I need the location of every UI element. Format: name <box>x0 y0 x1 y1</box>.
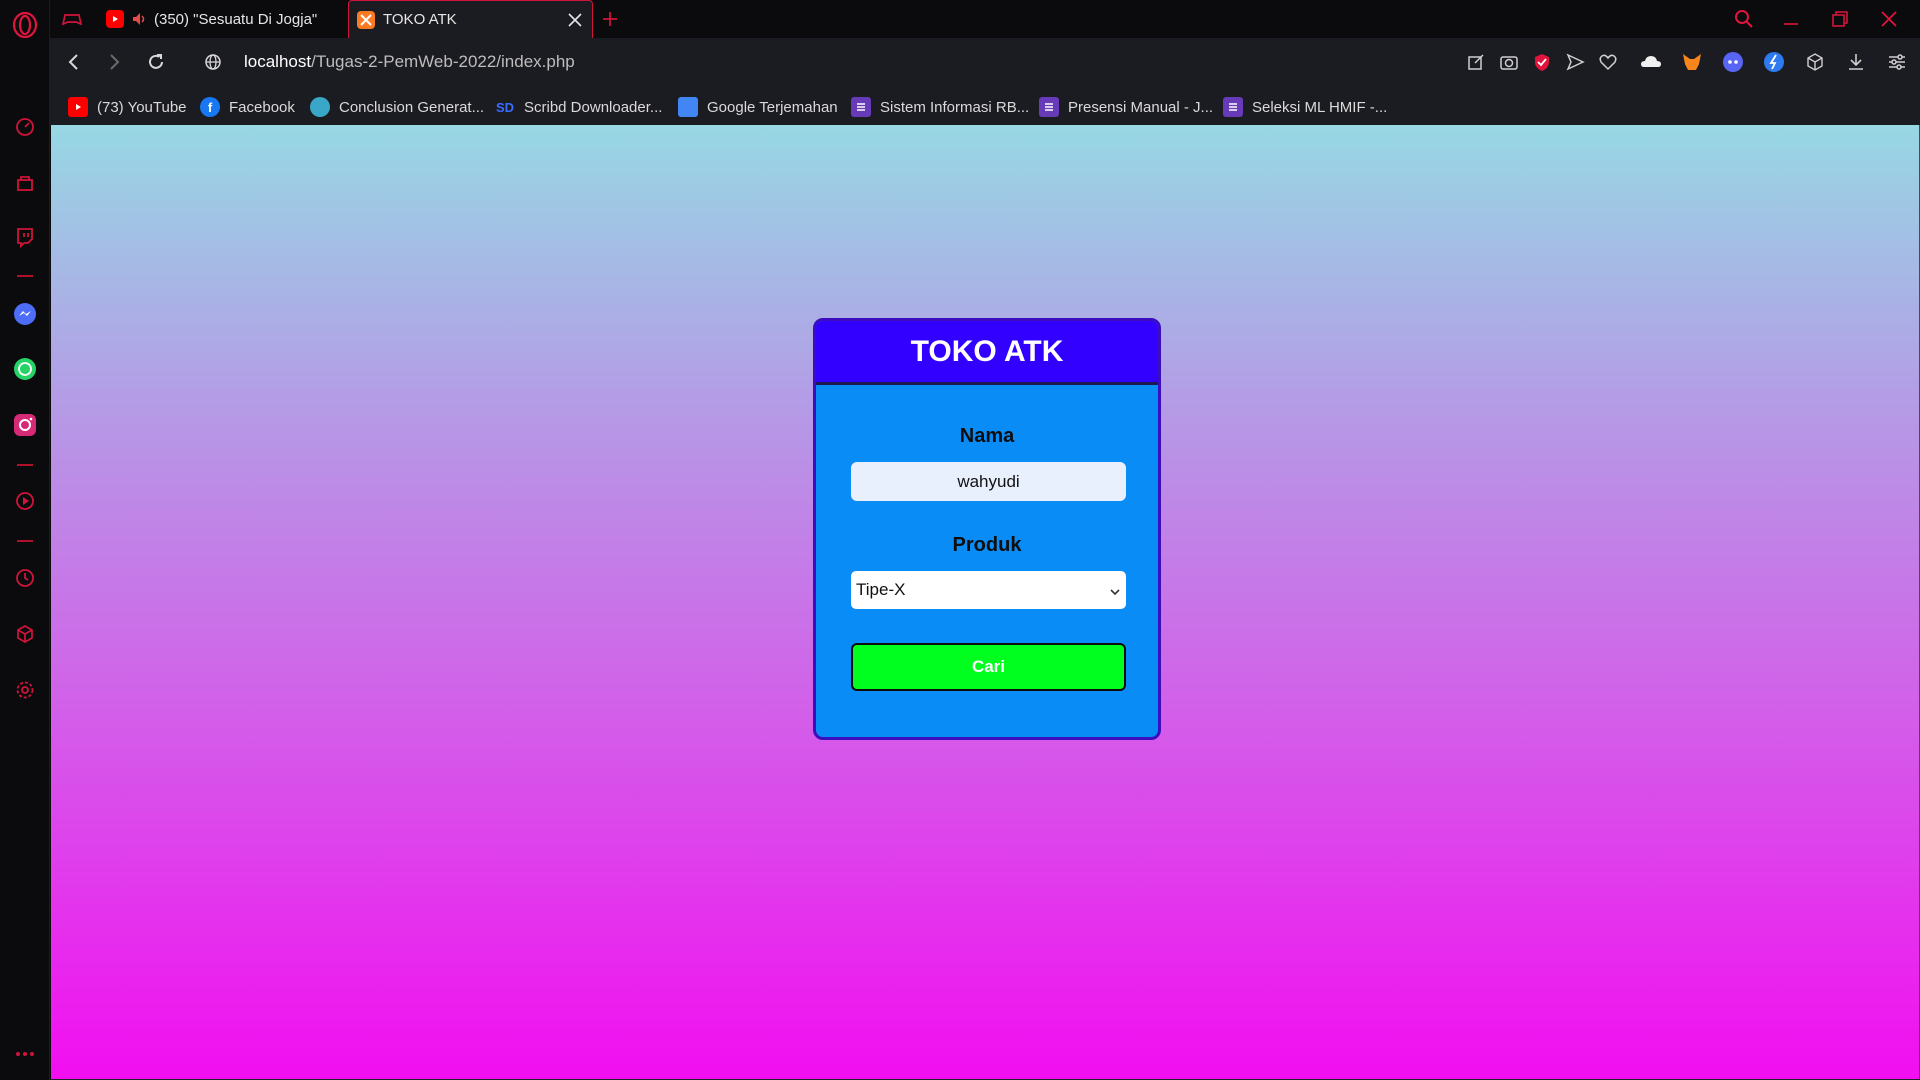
sidebar-separator <box>17 540 33 542</box>
page-title: TOKO ATK <box>816 321 1158 385</box>
close-tab-icon[interactable] <box>566 11 584 29</box>
bookmark-label: Scribd Downloader... <box>524 98 663 116</box>
browser-sidebar <box>0 0 50 1080</box>
minimize-icon[interactable] <box>1782 0 1812 38</box>
tab-bar: (350) "Sesuatu Di Jogja" TOKO ATK <box>50 0 1920 38</box>
more-icon[interactable] <box>12 1041 38 1067</box>
back-icon[interactable] <box>64 52 84 77</box>
tab-title: TOKO ATK <box>383 11 457 28</box>
messenger-icon[interactable] <box>12 301 38 327</box>
extension-cloud-icon[interactable] <box>1640 52 1662 77</box>
youtube-icon <box>68 97 88 117</box>
metamask-icon[interactable] <box>1681 51 1703 78</box>
settings-icon[interactable] <box>12 677 38 703</box>
heart-icon[interactable] <box>1598 52 1618 77</box>
url-path: /Tugas-2-PemWeb-2022/index.php <box>311 52 575 71</box>
workspace-icon[interactable] <box>12 170 38 196</box>
bookmark-presensi-manual[interactable]: Presensi Manual - J... <box>1039 96 1213 118</box>
search-form-card: TOKO ATK Nama Produk Tipe-X Cari <box>813 318 1161 740</box>
url-host: localhost <box>244 52 312 71</box>
bookmark-scribd-downloader[interactable]: SD Scribd Downloader... <box>495 96 662 118</box>
xampp-icon <box>357 10 375 29</box>
sidebar-separator <box>17 275 33 277</box>
extensions-icon[interactable] <box>12 621 38 647</box>
bookmark-seleksi-ml[interactable]: Seleksi ML HMIF -... <box>1223 96 1387 118</box>
form-icon <box>1223 97 1243 117</box>
bookmark-youtube[interactable]: (73) YouTube <box>68 96 187 118</box>
form-icon <box>1039 97 1059 117</box>
history-icon[interactable] <box>12 565 38 591</box>
produk-selected-value: Tipe-X <box>856 580 906 599</box>
box-icon[interactable] <box>1805 52 1825 77</box>
player-icon[interactable] <box>12 488 38 514</box>
bookmark-label: Seleksi ML HMIF -... <box>1252 98 1388 116</box>
speed-dial-icon[interactable] <box>12 114 38 140</box>
produk-select[interactable]: Tipe-X <box>851 571 1126 609</box>
bookmark-label: Facebook <box>229 98 295 116</box>
adblock-shield-icon[interactable] <box>1532 52 1552 77</box>
produk-label: Produk <box>952 534 1022 556</box>
youtube-icon <box>106 10 124 28</box>
sidebar-separator <box>17 464 33 466</box>
twitch-icon[interactable] <box>12 224 38 250</box>
url-input[interactable]: localhost/Tugas-2-PemWeb-2022/index.php <box>244 52 575 72</box>
reload-icon[interactable] <box>146 52 166 77</box>
nama-input[interactable] <box>851 462 1126 501</box>
edit-icon[interactable] <box>1466 52 1486 77</box>
bookmarks-bar: (73) YouTube f Facebook Conclusion Gener… <box>50 88 1920 125</box>
tab-toko-atk[interactable]: TOKO ATK <box>348 0 593 38</box>
form-icon <box>851 97 871 117</box>
globe-icon[interactable] <box>204 53 222 76</box>
tab-title: (350) "Sesuatu Di Jogja" <box>154 10 318 28</box>
bookmark-label: Presensi Manual - J... <box>1068 98 1214 116</box>
discord-icon[interactable] <box>1722 51 1744 78</box>
forward-icon[interactable] <box>104 52 124 77</box>
bookmark-conclusion-generator[interactable]: Conclusion Generat... <box>310 96 484 118</box>
bookmark-label: (73) YouTube <box>97 98 187 116</box>
globe-icon <box>310 97 330 117</box>
bookmark-label: Sistem Informasi RB... <box>880 98 1030 116</box>
whatsapp-icon[interactable] <box>12 356 38 382</box>
search-tabs-icon[interactable] <box>1734 0 1764 38</box>
new-tab-icon[interactable] <box>601 0 631 38</box>
bookmark-google-terjemahan[interactable]: Google Terjemahan <box>678 96 838 118</box>
bookmark-sistem-informasi[interactable]: Sistem Informasi RB... <box>851 96 1029 118</box>
cari-button[interactable]: Cari <box>851 643 1126 691</box>
easy-setup-icon[interactable] <box>1887 52 1907 77</box>
bookmark-label: Google Terjemahan <box>707 98 838 116</box>
translate-icon <box>678 97 698 117</box>
download-icon[interactable] <box>1846 52 1866 77</box>
page-viewport: TOKO ATK Nama Produk Tipe-X Cari <box>51 125 1920 1079</box>
opera-logo-icon[interactable] <box>12 12 38 38</box>
bookmark-label: Conclusion Generat... <box>339 98 485 116</box>
chevron-down-icon <box>1109 583 1121 603</box>
speaker-icon[interactable] <box>132 12 148 26</box>
gx-control-icon[interactable] <box>62 0 92 38</box>
nama-label: Nama <box>959 425 1015 447</box>
browser-window: (350) "Sesuatu Di Jogja" TOKO ATK localh… <box>0 0 1920 1080</box>
send-icon[interactable] <box>1565 52 1585 77</box>
facebook-icon: f <box>200 97 220 117</box>
vpn-icon[interactable] <box>1763 51 1785 78</box>
restore-icon[interactable] <box>1831 0 1861 38</box>
bookmark-facebook[interactable]: f Facebook <box>200 96 295 118</box>
address-bar: localhost/Tugas-2-PemWeb-2022/index.php <box>50 38 1920 88</box>
sd-icon: SD <box>495 97 515 117</box>
close-window-icon[interactable] <box>1880 0 1910 38</box>
instagram-icon[interactable] <box>12 412 38 438</box>
camera-icon[interactable] <box>1499 52 1519 77</box>
